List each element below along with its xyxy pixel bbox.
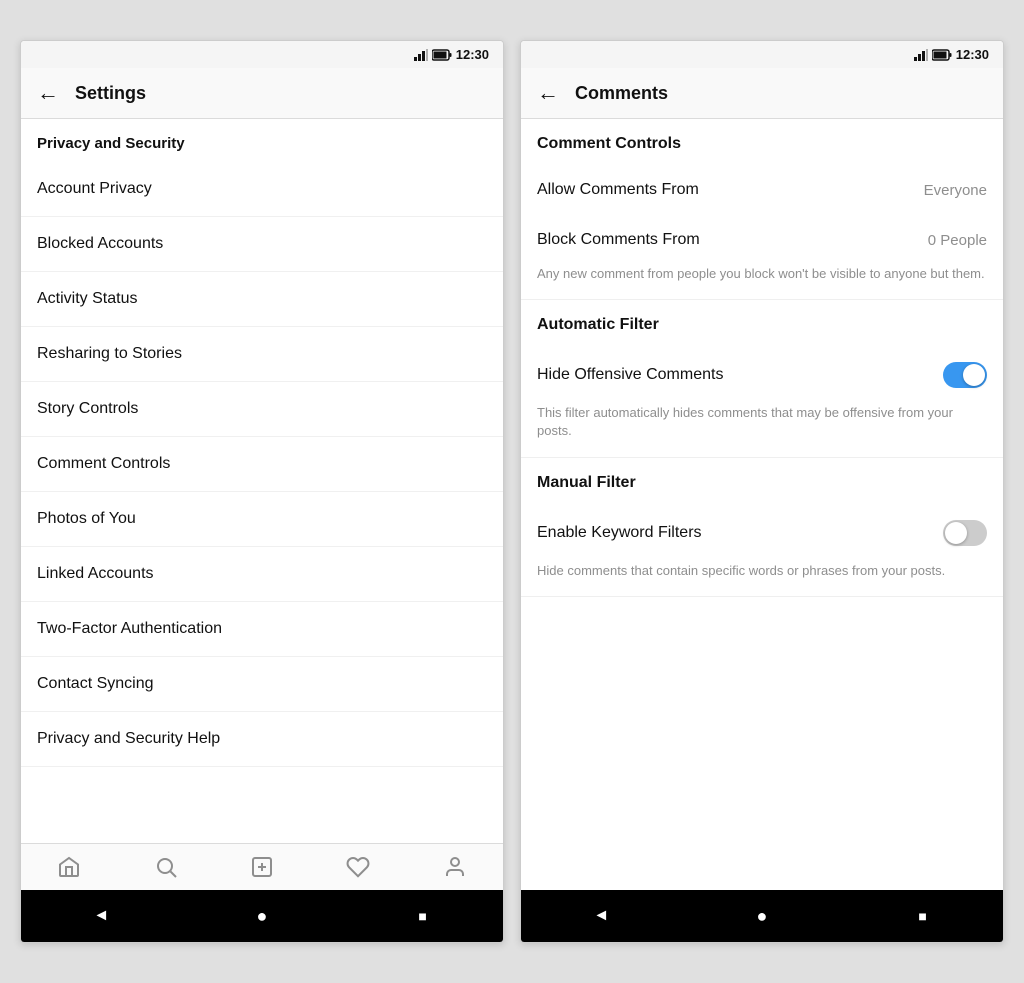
menu-item-account-privacy[interactable]: Account Privacy bbox=[21, 162, 503, 217]
nav-heart-icon[interactable] bbox=[345, 854, 371, 880]
comments-android-bar: ◄ ● ■ bbox=[521, 890, 1003, 942]
hide-offensive-toggle[interactable] bbox=[943, 362, 987, 388]
menu-item-blocked-accounts[interactable]: Blocked Accounts bbox=[21, 217, 503, 272]
keyword-filters-knob bbox=[945, 522, 967, 544]
settings-title: Settings bbox=[75, 83, 146, 104]
comments-status-bar: 12:30 bbox=[521, 41, 1003, 68]
signal-icon bbox=[414, 49, 428, 61]
menu-item-contact-syncing[interactable]: Contact Syncing bbox=[21, 657, 503, 712]
menu-item-linked-accounts[interactable]: Linked Accounts bbox=[21, 547, 503, 602]
android-recent-button[interactable]: ■ bbox=[412, 905, 434, 927]
main-container: 12:30 ← Settings Privacy and Security Ac… bbox=[0, 0, 1024, 983]
menu-item-comment-controls[interactable]: Comment Controls bbox=[21, 437, 503, 492]
manual-filter-title: Manual Filter bbox=[521, 458, 1003, 504]
allow-comments-label: Allow Comments From bbox=[537, 181, 699, 199]
settings-status-icons: 12:30 bbox=[414, 47, 489, 62]
comments-battery-icon bbox=[932, 49, 952, 61]
comments-back-button[interactable]: ← bbox=[537, 82, 559, 104]
android-home-button[interactable]: ● bbox=[251, 905, 273, 927]
settings-back-button[interactable]: ← bbox=[37, 82, 59, 104]
hide-offensive-desc: This filter automatically hides comments… bbox=[521, 404, 1003, 456]
comments-title: Comments bbox=[575, 83, 668, 104]
allow-comments-value: Everyone bbox=[924, 182, 987, 199]
nav-profile-icon[interactable] bbox=[442, 854, 468, 880]
block-comments-value: 0 People bbox=[928, 232, 987, 249]
divider-3 bbox=[521, 596, 1003, 597]
hide-offensive-knob bbox=[963, 364, 985, 386]
settings-android-bar: ◄ ● ■ bbox=[21, 890, 503, 942]
comments-status-icons: 12:30 bbox=[914, 47, 989, 62]
menu-item-activity-status[interactable]: Activity Status bbox=[21, 272, 503, 327]
comments-signal-icon bbox=[914, 49, 928, 61]
privacy-section-header: Privacy and Security bbox=[21, 119, 503, 162]
comments-android-back-button[interactable]: ◄ bbox=[590, 905, 612, 927]
comments-content: Comment Controls Allow Comments From Eve… bbox=[521, 119, 1003, 890]
hide-offensive-label: Hide Offensive Comments bbox=[537, 366, 723, 384]
block-comments-desc: Any new comment from people you block wo… bbox=[521, 265, 1003, 299]
comments-phone: 12:30 ← Comments Comment Controls Allow … bbox=[520, 40, 1004, 943]
allow-comments-row[interactable]: Allow Comments From Everyone bbox=[521, 165, 1003, 215]
comments-time: 12:30 bbox=[956, 47, 989, 62]
settings-time: 12:30 bbox=[456, 47, 489, 62]
keyword-filters-toggle[interactable] bbox=[943, 520, 987, 546]
menu-item-resharing[interactable]: Resharing to Stories bbox=[21, 327, 503, 382]
comments-android-recent-button[interactable]: ■ bbox=[912, 905, 934, 927]
nav-add-icon[interactable] bbox=[249, 854, 275, 880]
settings-bottom-nav bbox=[21, 843, 503, 890]
comments-header: ← Comments bbox=[521, 68, 1003, 119]
block-comments-row[interactable]: Block Comments From 0 People bbox=[521, 215, 1003, 265]
automatic-filter-title: Automatic Filter bbox=[521, 300, 1003, 346]
menu-item-privacy-help[interactable]: Privacy and Security Help bbox=[21, 712, 503, 767]
keyword-filters-label: Enable Keyword Filters bbox=[537, 524, 702, 542]
menu-item-photos-of-you[interactable]: Photos of You bbox=[21, 492, 503, 547]
settings-status-bar: 12:30 bbox=[21, 41, 503, 68]
keyword-filters-desc: Hide comments that contain specific word… bbox=[521, 562, 1003, 596]
nav-search-icon[interactable] bbox=[153, 854, 179, 880]
settings-header: ← Settings bbox=[21, 68, 503, 119]
comment-controls-title: Comment Controls bbox=[521, 119, 1003, 165]
nav-home-icon[interactable] bbox=[56, 854, 82, 880]
menu-item-story-controls[interactable]: Story Controls bbox=[21, 382, 503, 437]
menu-item-two-factor[interactable]: Two-Factor Authentication bbox=[21, 602, 503, 657]
settings-phone: 12:30 ← Settings Privacy and Security Ac… bbox=[20, 40, 504, 943]
battery-icon bbox=[432, 49, 452, 61]
keyword-filters-row: Enable Keyword Filters bbox=[521, 504, 1003, 562]
block-comments-label: Block Comments From bbox=[537, 231, 700, 249]
hide-offensive-row: Hide Offensive Comments bbox=[521, 346, 1003, 404]
comments-android-home-button[interactable]: ● bbox=[751, 905, 773, 927]
settings-content: Privacy and Security Account Privacy Blo… bbox=[21, 119, 503, 843]
android-back-button[interactable]: ◄ bbox=[90, 905, 112, 927]
